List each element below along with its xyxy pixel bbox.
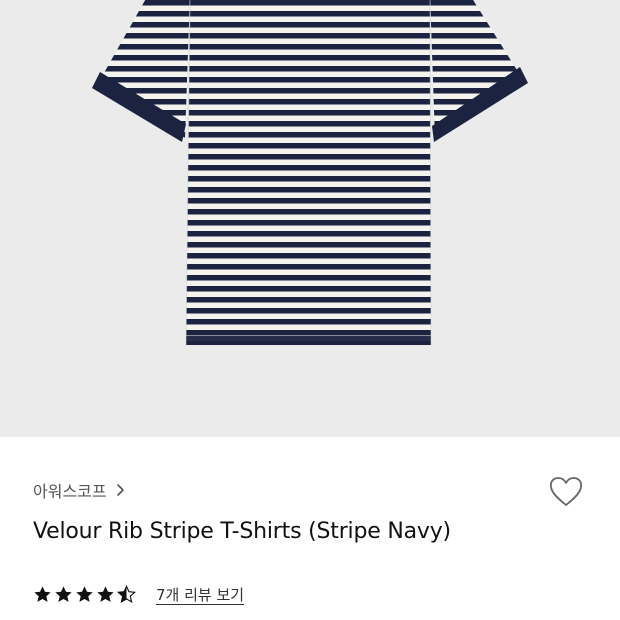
product-title: Velour Rib Stripe T-Shirts (Stripe Navy) <box>33 519 451 544</box>
chevron-right-icon <box>116 484 124 496</box>
star-icon <box>97 585 114 602</box>
brand-name[interactable]: 아워스코프 <box>33 478 107 502</box>
wishlist-button[interactable] <box>546 473 586 511</box>
star-icon <box>76 585 93 602</box>
tshirt-body <box>92 0 528 346</box>
star-icon <box>55 585 72 602</box>
product-info-panel: 아워스코프 Velour Rib Stripe T-Shirts (Stripe… <box>0 437 620 620</box>
rating-row: 7개 리뷰 보기 <box>33 583 244 605</box>
star-icon <box>34 585 51 602</box>
half-star-icon <box>117 584 136 603</box>
product-image[interactable] <box>0 0 620 437</box>
star-rating <box>33 584 136 604</box>
tshirt-illustration <box>92 0 528 346</box>
heart-outline-icon <box>549 477 583 506</box>
reviews-link[interactable]: 7개 리뷰 보기 <box>156 584 244 605</box>
brand-link[interactable]: 아워스코프 <box>33 479 127 501</box>
